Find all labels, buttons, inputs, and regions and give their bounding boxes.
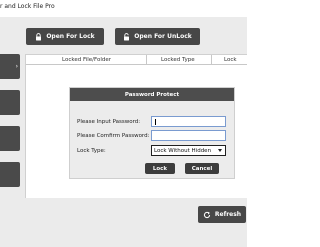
lock-type-label: Lock Type: [77,148,106,154]
window-title: r and Lock File Pro [0,3,55,10]
column-divider [146,55,147,65]
confirm-password-input[interactable] [151,130,226,141]
refresh-icon [203,211,211,219]
open-for-unlock-button[interactable]: Open For UnLock [115,28,200,45]
lock-type-select[interactable]: Lock Without Hidden [151,145,226,156]
dialog-title: Password Protect [70,88,234,101]
chevron-right-icon: › [15,63,18,70]
sidebar-item-2[interactable] [0,90,20,115]
unlock-icon [123,32,130,41]
text-caret [155,119,156,125]
password-input[interactable] [151,116,226,127]
column-header-locked-type[interactable]: Locked Type [161,57,195,63]
refresh-button[interactable]: Refresh [198,206,246,223]
lock-type-selected-value: Lock Without Hidden [154,147,212,154]
sidebar-item-4[interactable] [0,162,20,187]
refresh-label: Refresh [214,211,242,218]
confirm-password-label: Please Comfirm Password: [77,133,150,139]
column-header-locked-file[interactable]: Locked File/Folder [62,57,111,63]
sidebar-item-3[interactable] [0,126,20,151]
app-window: r and Lock File Pro Open For Lock Open F… [0,0,247,247]
open-for-unlock-label: Open For UnLock [134,33,192,40]
password-protect-dialog: Password Protect Please Input Password: … [69,87,235,179]
chevron-down-icon [218,149,222,152]
input-password-label: Please Input Password: [77,119,141,125]
column-divider [211,55,212,65]
sidebar-item-1[interactable]: › [0,54,20,79]
table-header: Locked File/Folder Locked Type Lock [26,55,247,65]
title-bar: r and Lock File Pro [0,0,247,17]
column-header-lock[interactable]: Lock [224,57,237,63]
open-for-lock-button[interactable]: Open For Lock [26,28,104,45]
lock-button[interactable]: Lock [145,163,175,174]
open-for-lock-label: Open For Lock [46,33,95,40]
cancel-button[interactable]: Cancel [185,163,219,174]
lock-icon [35,32,42,41]
